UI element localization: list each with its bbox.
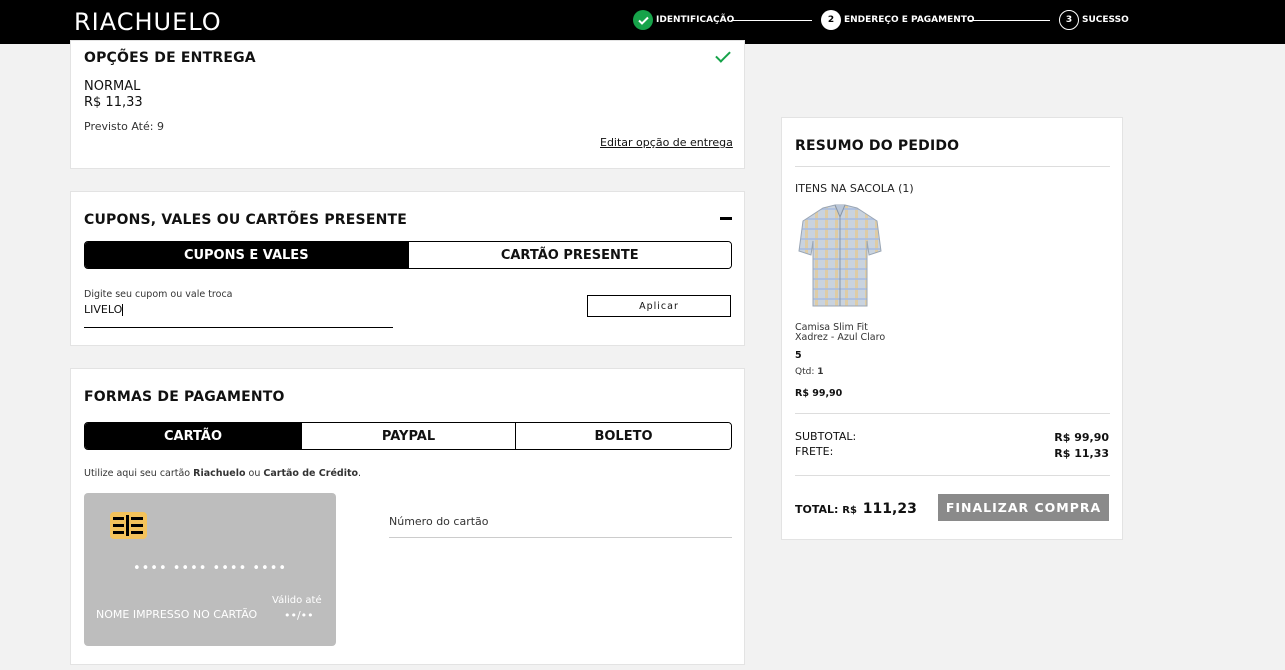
order-summary-card: RESUMO DO PEDIDO ITENS NA SACOLA (1) Cam… xyxy=(781,117,1123,540)
tab-cartao[interactable]: CARTÃO xyxy=(85,423,301,449)
divider xyxy=(795,413,1110,414)
step-endereco-pagamento: 2 ENDEREÇO E PAGAMENTO xyxy=(821,9,975,31)
check-icon xyxy=(633,10,653,30)
item-name-line2: Xadrez - Azul Claro xyxy=(795,332,886,343)
info-text: . xyxy=(358,468,362,479)
coupons-title: CUPONS, VALES OU CARTÕES PRESENTE xyxy=(84,212,408,228)
items-label: ITENS NA SACOLA (1) xyxy=(795,182,914,195)
text-cursor xyxy=(122,304,124,316)
item-qty-value: 1 xyxy=(817,367,824,377)
card-holder-name: NOME IMPRESSO NO CARTÃO xyxy=(96,608,258,621)
total-label: TOTAL: R$ 111,23 xyxy=(795,501,917,517)
item-price: R$ 99,90 xyxy=(795,388,843,399)
card-number-placeholder: Número do cartão xyxy=(389,515,489,528)
total-value: 111,23 xyxy=(862,501,917,517)
divider xyxy=(795,166,1110,167)
product-thumbnail[interactable] xyxy=(795,203,885,309)
divider xyxy=(795,475,1110,476)
step-connector xyxy=(731,20,812,21)
step-connector xyxy=(969,20,1050,21)
delivery-title: OPÇÕES DE ENTREGA xyxy=(84,50,256,66)
tab-boleto[interactable]: BOLETO xyxy=(515,423,731,449)
payment-info-text: Utilize aqui seu cartão Riachuelo ou Car… xyxy=(84,468,361,479)
card-number-input[interactable]: Número do cartão xyxy=(389,515,732,538)
coupon-input-value: LIVELO xyxy=(84,303,123,316)
info-text: Utilize aqui seu cartão xyxy=(84,468,194,479)
delivery-option-name: NORMAL xyxy=(84,79,141,94)
credit-card-preview: •••• •••• •••• •••• NOME IMPRESSO NO CAR… xyxy=(84,493,336,646)
item-name[interactable]: Camisa Slim Fit Xadrez - Azul Claro xyxy=(795,323,885,343)
delivery-price: R$ 11,33 xyxy=(84,95,143,110)
apply-coupon-button[interactable]: Aplicar xyxy=(587,295,731,317)
card-valid-label: Válido até xyxy=(272,595,322,606)
coupons-tabs: CUPONS E VALES CARTÃO PRESENTE xyxy=(84,241,732,269)
step-label: IDENTIFICAÇÃO xyxy=(656,15,735,25)
step-identificacao: IDENTIFICAÇÃO xyxy=(633,9,734,31)
logo[interactable]: RIACHUELO xyxy=(74,8,222,36)
card-valid-mask: ••/•• xyxy=(284,609,314,622)
total-currency: R$ xyxy=(842,505,857,516)
tab-paypal[interactable]: PAYPAL xyxy=(301,423,515,449)
coupons-card: CUPONS, VALES OU CARTÕES PRESENTE CUPONS… xyxy=(70,191,745,346)
shirt-image xyxy=(798,204,882,307)
tab-cartao-presente[interactable]: CARTÃO PRESENTE xyxy=(407,242,731,268)
check-icon xyxy=(715,47,731,63)
collapse-icon[interactable] xyxy=(720,217,732,220)
tab-cupons-vales[interactable]: CUPONS E VALES xyxy=(85,242,408,268)
subtotal-label: SUBTOTAL: xyxy=(795,430,857,443)
card-number-mask: •••• •••• •••• •••• xyxy=(132,561,288,576)
step-sucesso: 3 SUCESSO xyxy=(1059,9,1129,31)
info-riachuelo: Riachuelo xyxy=(193,468,246,479)
shipping-value: R$ 11,33 xyxy=(1054,447,1109,460)
checkout-button[interactable]: FINALIZAR COMPRA xyxy=(938,494,1109,521)
step-label: ENDEREÇO E PAGAMENTO xyxy=(844,15,975,25)
step-number: 3 xyxy=(1059,10,1079,30)
payment-tabs: CARTÃO PAYPAL BOLETO xyxy=(84,422,732,450)
shipping-label: FRETE: xyxy=(795,445,834,458)
info-cartao-credito: Cartão de Crédito xyxy=(263,468,359,479)
subtotal-value: R$ 99,90 xyxy=(1054,431,1109,444)
coupon-field-label: Digite seu cupom ou vale troca xyxy=(84,289,233,300)
item-qty-label: Qtd: xyxy=(795,367,815,377)
top-bar: RIACHUELO IDENTIFICAÇÃO 2 ENDEREÇO E PAG… xyxy=(0,0,1285,44)
card-chip-icon xyxy=(110,512,147,539)
step-number: 2 xyxy=(821,10,841,30)
edit-delivery-link[interactable]: Editar opção de entrega xyxy=(600,136,733,149)
delivery-estimate: Previsto Até: 9 xyxy=(84,120,164,133)
payment-title: FORMAS DE PAGAMENTO xyxy=(84,389,285,405)
item-size: 5 xyxy=(795,350,802,361)
summary-title: RESUMO DO PEDIDO xyxy=(795,138,960,154)
step-label: SUCESSO xyxy=(1082,15,1129,25)
total-label-text: TOTAL: xyxy=(795,503,839,516)
coupon-input[interactable]: LIVELO xyxy=(84,303,393,328)
info-text: ou xyxy=(245,468,264,479)
item-qty: Qtd: 1 xyxy=(795,367,824,377)
delivery-options-card: OPÇÕES DE ENTREGA NORMAL R$ 11,33 Previs… xyxy=(70,40,745,169)
